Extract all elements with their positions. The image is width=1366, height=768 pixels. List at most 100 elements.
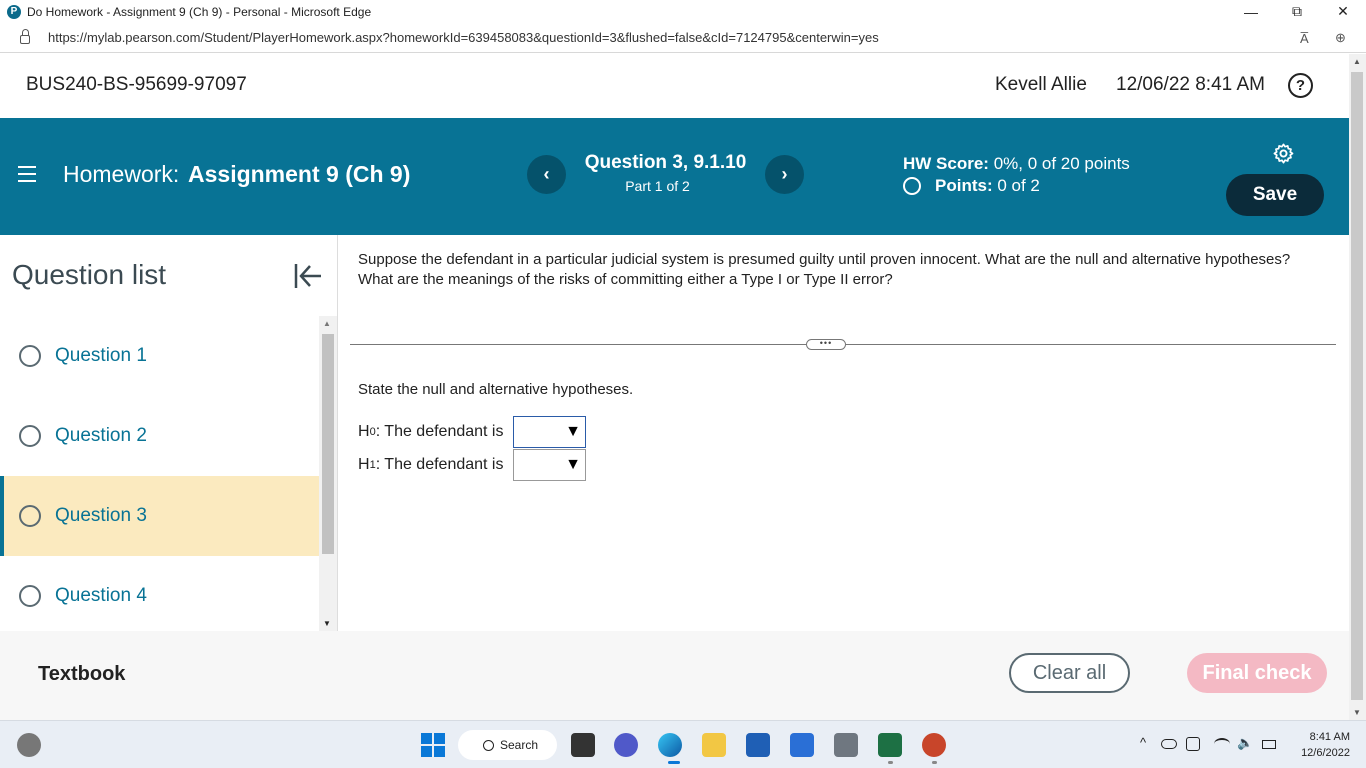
- clock-date: 12/6/2022: [1301, 747, 1350, 759]
- question-status-icon: [19, 425, 41, 447]
- user-name: Kevell Allie: [995, 74, 1087, 95]
- running-app-indicator: [932, 761, 937, 764]
- windows-start-icon[interactable]: [421, 733, 445, 757]
- clock-time: 8:41 AM: [1309, 731, 1350, 743]
- points-label: Points:: [935, 176, 993, 195]
- page-scrollbar[interactable]: ▲ ▼: [1349, 54, 1366, 720]
- search-icon: [483, 739, 494, 751]
- onedrive-icon[interactable]: [1161, 739, 1177, 749]
- scrollbar-thumb[interactable]: [1351, 72, 1363, 700]
- url-text[interactable]: https://mylab.pearson.com/Student/Player…: [48, 30, 879, 45]
- weather-widget-icon[interactable]: [17, 733, 41, 757]
- h0-text: : The defendant is: [375, 423, 504, 440]
- datetime: 12/06/22 8:41 AM: [1116, 74, 1265, 95]
- clear-all-button[interactable]: Clear all: [1009, 653, 1130, 693]
- question-title: Question 3, 9.1.10: [584, 152, 747, 173]
- windows-taskbar: Search ^ 🔈 8:41 AM 12/6/2022: [0, 720, 1366, 768]
- instruction-text: State the null and alternative hypothese…: [358, 381, 634, 398]
- points-status-icon: [903, 177, 921, 195]
- points-value: 0 of 2: [997, 176, 1040, 195]
- question-list-item-2[interactable]: Question 2: [0, 396, 319, 476]
- restore-button[interactable]: ⧉: [1274, 0, 1320, 23]
- dropdown-arrow-icon: ▼: [565, 456, 581, 473]
- save-button[interactable]: Save: [1226, 174, 1324, 216]
- read-aloud-icon[interactable]: A̅: [1300, 23, 1309, 53]
- task-view-icon[interactable]: [571, 733, 595, 757]
- excel-icon[interactable]: [878, 733, 902, 757]
- address-bar[interactable]: https://mylab.pearson.com/Student/Player…: [0, 23, 1366, 53]
- expand-divider-button[interactable]: •••: [806, 339, 846, 350]
- taskbar-search[interactable]: Search: [458, 730, 557, 760]
- question-list-item-label: Question 3: [55, 505, 147, 526]
- question-list-scrollbar[interactable]: ▲ ▼: [319, 316, 337, 631]
- panel-divider: [337, 235, 338, 631]
- tray-chevron-icon[interactable]: ^: [1140, 735, 1146, 750]
- mylab-app-icon[interactable]: [790, 733, 814, 757]
- h1-dropdown[interactable]: ▼: [513, 449, 586, 481]
- lock-icon: [20, 29, 30, 44]
- volume-icon[interactable]: 🔈: [1237, 735, 1253, 751]
- h1-label: H: [358, 456, 370, 473]
- browser-titlebar: P Do Homework - Assignment 9 (Ch 9) - Pe…: [0, 0, 1366, 23]
- question-list-item-label: Question 4: [55, 585, 147, 606]
- scroll-up-arrow-icon[interactable]: ▲: [1353, 57, 1361, 66]
- question-status-icon: [19, 585, 41, 607]
- app-header: BUS240-BS-95699-97097 Kevell Allie 12/06…: [0, 54, 1349, 118]
- question-part: Part 1 of 2: [625, 178, 690, 194]
- scroll-down-arrow-icon[interactable]: ▼: [323, 619, 331, 628]
- menu-icon[interactable]: [18, 166, 36, 182]
- question-list-item-3[interactable]: Question 3: [0, 476, 319, 556]
- settings-gear-icon[interactable]: [1272, 142, 1295, 165]
- previous-question-button[interactable]: ‹: [527, 155, 566, 194]
- minimize-button[interactable]: —: [1228, 0, 1274, 23]
- scroll-down-arrow-icon[interactable]: ▼: [1353, 708, 1361, 717]
- h0-label: H: [358, 423, 370, 440]
- question-status-icon: [19, 345, 41, 367]
- zoom-icon[interactable]: ⊕: [1335, 23, 1346, 53]
- scroll-up-arrow-icon[interactable]: ▲: [323, 319, 331, 328]
- question-list-item-1[interactable]: Question 1: [0, 316, 319, 396]
- textbook-link[interactable]: Textbook: [38, 663, 125, 686]
- pearson-logo-icon: P: [7, 4, 21, 19]
- h0-dropdown[interactable]: ▼: [513, 416, 586, 448]
- footer-bar: Textbook Clear all Final check: [0, 631, 1349, 721]
- running-app-indicator: [888, 761, 893, 764]
- microsoft-store-icon[interactable]: [746, 733, 770, 757]
- points: Points: 0 of 2: [903, 176, 1040, 196]
- dropdown-arrow-icon: ▼: [565, 423, 581, 440]
- question-list-item-label: Question 2: [55, 425, 147, 446]
- window-title: Do Homework - Assignment 9 (Ch 9) - Pers…: [27, 4, 372, 19]
- battery-icon[interactable]: [1262, 740, 1276, 749]
- next-question-button[interactable]: ›: [765, 155, 804, 194]
- final-check-button[interactable]: Final check: [1187, 653, 1327, 693]
- assignment-name: Assignment 9 (Ch 9): [188, 161, 411, 187]
- taskbar-clock[interactable]: 8:41 AM 12/6/2022: [1288, 729, 1350, 761]
- teams-chat-icon[interactable]: [614, 733, 638, 757]
- question-list-item-label: Question 1: [55, 345, 147, 366]
- edge-browser-icon[interactable]: [658, 733, 682, 757]
- question-prompt: Suppose the defendant in a particular ju…: [358, 251, 1291, 288]
- hw-score-label: HW Score:: [903, 154, 989, 173]
- scrollbar-thumb[interactable]: [322, 334, 334, 554]
- help-icon[interactable]: ?: [1288, 73, 1313, 98]
- question-list: Question 1 Question 2 Question 3 Questio…: [0, 316, 319, 631]
- close-button[interactable]: ✕: [1320, 0, 1366, 23]
- hw-score: HW Score: 0%, 0 of 20 points: [903, 154, 1130, 174]
- powerpoint-icon[interactable]: [922, 733, 946, 757]
- question-status-icon: [19, 505, 41, 527]
- question-list-title: Question list: [12, 259, 167, 290]
- h0-row: H0: The defendant is: [358, 423, 503, 441]
- course-id: BUS240-BS-95699-97097: [26, 74, 247, 95]
- active-app-indicator: [668, 761, 680, 764]
- question-list-item-4[interactable]: Question 4: [0, 556, 319, 631]
- hw-score-value: 0%, 0 of 20 points: [993, 154, 1130, 173]
- homework-toolbar: Homework: Assignment 9 (Ch 9) ‹ Question…: [0, 118, 1349, 235]
- h1-row: H1: The defendant is: [358, 456, 503, 474]
- homework-label: Homework:: [63, 161, 180, 187]
- h1-text: : The defendant is: [375, 456, 504, 473]
- calculator-icon[interactable]: [834, 733, 858, 757]
- sync-icon[interactable]: [1186, 737, 1200, 751]
- wifi-icon[interactable]: [1214, 738, 1230, 750]
- collapse-panel-icon[interactable]: [292, 260, 324, 292]
- file-explorer-icon[interactable]: [702, 733, 726, 757]
